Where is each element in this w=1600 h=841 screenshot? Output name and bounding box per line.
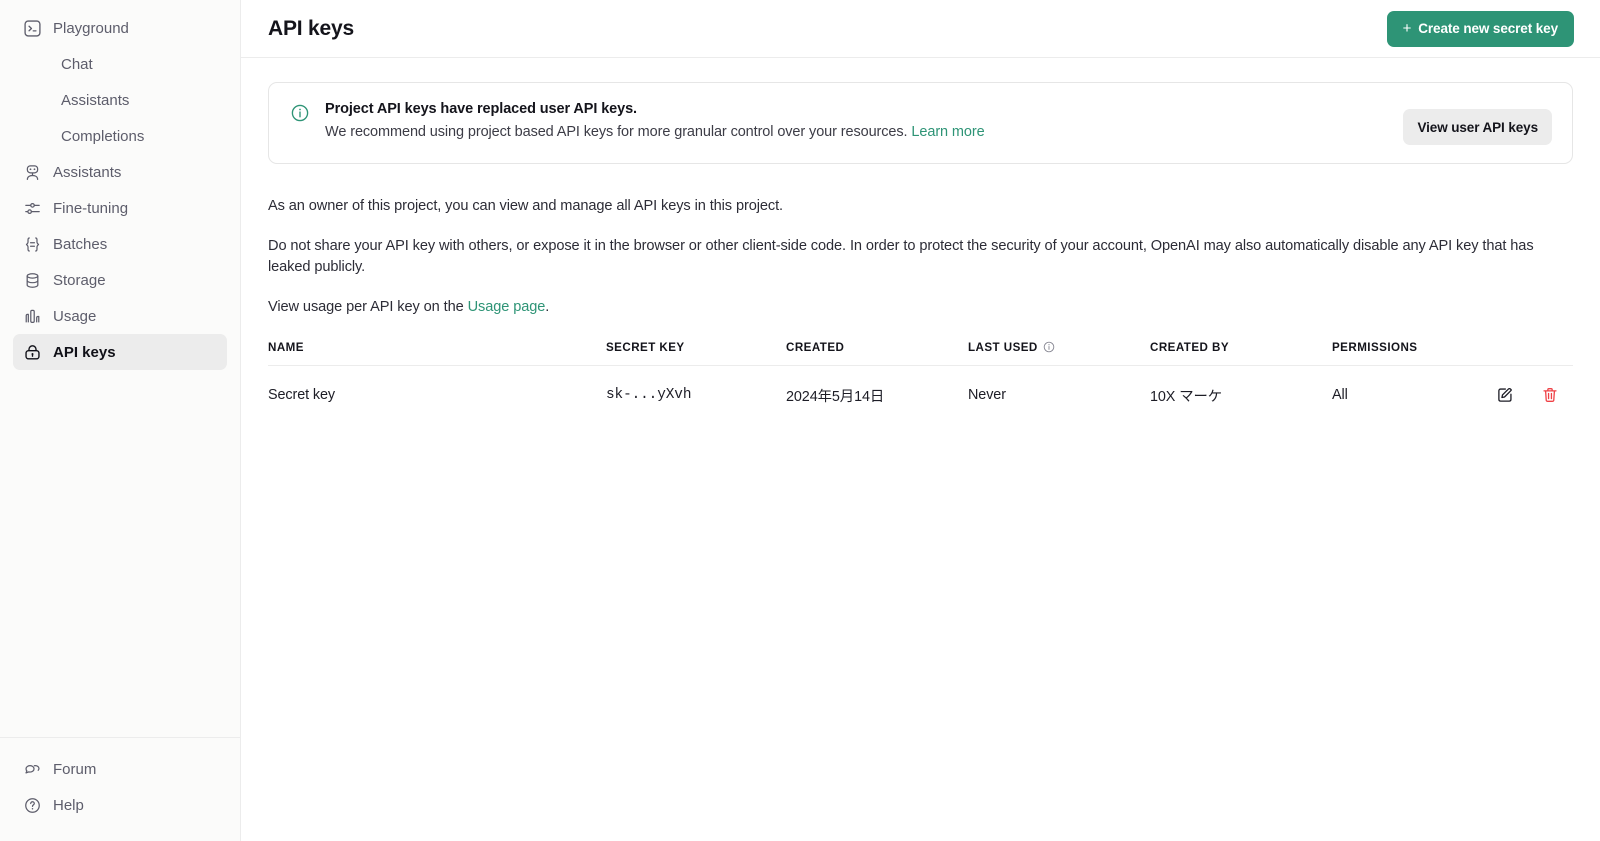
learn-more-link[interactable]: Learn more: [911, 124, 984, 140]
cell-row-actions: [1472, 365, 1573, 425]
project-keys-banner: Project API keys have replaced user API …: [268, 82, 1573, 164]
sidebar-item-label: Assistants: [53, 164, 121, 181]
row-actions: [1472, 386, 1573, 404]
column-header-secret-key: SECRET KEY: [606, 341, 786, 366]
edit-key-button[interactable]: [1496, 386, 1514, 404]
create-button-label: Create new secret key: [1418, 21, 1558, 36]
cell-secret-key: sk-...yXvh: [606, 365, 786, 425]
banner-body: Project API keys have replaced user API …: [325, 101, 1388, 140]
sidebar-item-usage[interactable]: Usage: [13, 298, 227, 334]
sidebar-item-completions[interactable]: Completions: [13, 118, 227, 154]
page-header: API keys + Create new secret key: [241, 0, 1600, 58]
sidebar-item-chat[interactable]: Chat: [13, 46, 227, 82]
cell-key-name: Secret key: [268, 365, 606, 425]
column-header-name: NAME: [268, 341, 606, 366]
delete-key-button[interactable]: [1541, 386, 1559, 404]
sidebar-item-playground-assistants[interactable]: Assistants: [13, 82, 227, 118]
sidebar-item-label: Chat: [61, 56, 93, 73]
sidebar-item-label: Playground: [53, 20, 129, 37]
banner-description: We recommend using project based API key…: [325, 124, 1388, 140]
security-warning-paragraph: Do not share your API key with others, o…: [268, 236, 1538, 278]
sidebar-item-forum[interactable]: Forum: [13, 751, 227, 787]
bar-chart-icon: [23, 307, 42, 326]
chat-bubbles-icon: [23, 760, 42, 779]
sidebar: Playground Chat Assistants Completions: [0, 0, 241, 841]
table-header-row: NAME SECRET KEY CREATED LAST USED: [268, 341, 1573, 366]
cell-permissions: All: [1332, 365, 1472, 425]
usage-page-link[interactable]: Usage page: [468, 299, 546, 315]
sidebar-item-label: Forum: [53, 761, 96, 778]
info-icon[interactable]: [1043, 341, 1055, 353]
sidebar-item-label: Fine-tuning: [53, 200, 128, 217]
main-content: API keys + Create new secret key Project…: [241, 0, 1600, 841]
robot-icon: [23, 163, 42, 182]
sidebar-item-label: Completions: [61, 128, 144, 145]
sidebar-item-storage[interactable]: Storage: [13, 262, 227, 298]
sidebar-item-playground[interactable]: Playground: [13, 10, 227, 46]
app-root: Playground Chat Assistants Completions: [0, 0, 1600, 841]
database-icon: [23, 271, 42, 290]
sidebar-item-label: Batches: [53, 236, 107, 253]
usage-paragraph-prefix: View usage per API key on the: [268, 299, 468, 315]
lock-icon: [23, 343, 42, 362]
usage-paragraph-suffix: .: [545, 299, 549, 315]
banner-description-text: We recommend using project based API key…: [325, 124, 907, 140]
braces-icon: [23, 235, 42, 254]
sidebar-item-fine-tuning[interactable]: Fine-tuning: [13, 190, 227, 226]
table-body: Secret key sk-...yXvh 2024年5月14日 Never 1…: [268, 365, 1573, 425]
sidebar-item-label: Assistants: [61, 92, 129, 109]
content-area: Project API keys have replaced user API …: [241, 58, 1600, 841]
sidebar-item-batches[interactable]: Batches: [13, 226, 227, 262]
banner-title: Project API keys have replaced user API …: [325, 101, 1388, 117]
column-header-created: CREATED: [786, 341, 968, 366]
owner-notice-paragraph: As an owner of this project, you can vie…: [268, 196, 1538, 217]
api-keys-table: NAME SECRET KEY CREATED LAST USED: [268, 341, 1573, 425]
sidebar-item-help[interactable]: Help: [13, 787, 227, 823]
sidebar-item-label: Storage: [53, 272, 106, 289]
cell-last-used: Never: [968, 365, 1150, 425]
column-header-actions: [1472, 341, 1573, 366]
sliders-icon: [23, 199, 42, 218]
plus-icon: +: [1403, 21, 1412, 36]
sidebar-item-assistants[interactable]: Assistants: [13, 154, 227, 190]
sidebar-item-label: Usage: [53, 308, 96, 325]
sidebar-item-label: Help: [53, 797, 84, 814]
create-new-secret-key-button[interactable]: + Create new secret key: [1387, 11, 1574, 47]
last-used-label: LAST USED: [968, 341, 1038, 354]
view-user-api-keys-button[interactable]: View user API keys: [1403, 109, 1552, 145]
table-header: NAME SECRET KEY CREATED LAST USED: [268, 341, 1573, 366]
column-header-last-used: LAST USED: [968, 341, 1150, 366]
sidebar-item-label: API keys: [53, 344, 116, 361]
usage-link-paragraph: View usage per API key on the Usage page…: [268, 297, 1538, 318]
cell-created-by: 10X マーケ: [1150, 365, 1332, 425]
page-title: API keys: [268, 17, 354, 41]
column-header-created-by: CREATED BY: [1150, 341, 1332, 366]
column-header-permissions: PERMISSIONS: [1332, 341, 1472, 366]
last-used-header-inner: LAST USED: [968, 341, 1055, 354]
sidebar-nav-primary: Playground Chat Assistants Completions: [0, 10, 240, 370]
sidebar-item-api-keys[interactable]: API keys: [13, 334, 227, 370]
table-row: Secret key sk-...yXvh 2024年5月14日 Never 1…: [268, 365, 1573, 425]
sidebar-nav-footer: Forum Help: [0, 737, 240, 841]
info-circle-icon: [290, 103, 310, 128]
playground-icon: [23, 19, 42, 38]
cell-created: 2024年5月14日: [786, 365, 968, 425]
question-circle-icon: [23, 796, 42, 815]
